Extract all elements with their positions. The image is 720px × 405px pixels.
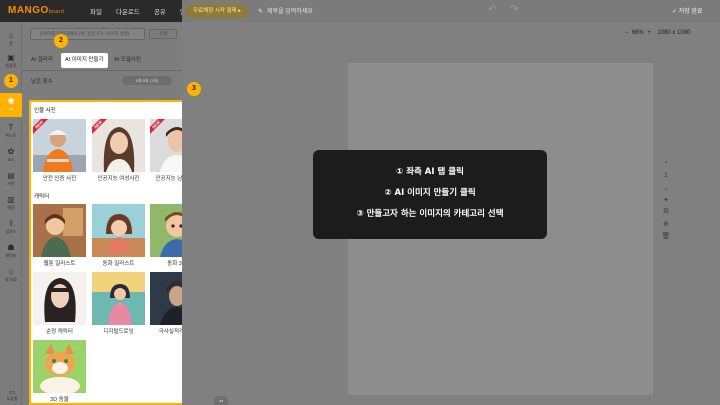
card-thumbnail <box>92 272 145 325</box>
section-title-character: 캐릭터 <box>34 194 50 200</box>
card-thumbnail: NEW <box>92 119 145 172</box>
rail-item-elements[interactable]: ✿ 요소 <box>0 144 22 168</box>
title-placeholder: 제목을 입력하세요 <box>267 9 313 15</box>
zoom-in-icon[interactable]: + <box>644 30 658 36</box>
card-label: 안전 인증 사진 <box>42 176 77 182</box>
tab-divider <box>22 70 182 71</box>
upload-icon: ⇪ <box>7 219 15 228</box>
shape-icon: ✿ <box>7 147 15 156</box>
pencil-icon: ✎ <box>258 9 264 15</box>
redo-icon[interactable]: ↷ <box>510 4 518 15</box>
copy-page-icon[interactable]: ⧉ <box>660 208 672 220</box>
top-menu: 파일 다운로드 공유 인쇄 <box>90 6 192 16</box>
rail-item-photo[interactable]: ▤ 사진 <box>0 168 22 192</box>
rail-item-ai[interactable]: ◉ AI <box>0 93 22 117</box>
card-thumbnail <box>33 340 86 393</box>
chevron-up-icon[interactable]: ⌃ <box>660 160 672 172</box>
section-title-photo: 인물 사진 <box>34 108 56 114</box>
card-label: 웹툰 일러스트 <box>43 261 76 267</box>
rail-item-template[interactable]: ▣ 템플릿 <box>0 50 22 74</box>
menu-download[interactable]: 다운로드 <box>116 6 140 16</box>
tab-ai-model-photo[interactable]: AI 모델사진 <box>114 53 141 68</box>
page-number: 1 <box>664 172 668 179</box>
step-badge-2: 2 <box>54 34 68 48</box>
template-icon: ▣ <box>7 53 15 62</box>
instruction-step-2: ② AI 이미지 만들기 클릭 <box>384 188 476 198</box>
canvas-size: 1080 x 1080 <box>657 30 691 36</box>
zoom-controls[interactable]: − 66% + 1080 x 1080 <box>625 30 690 36</box>
search-input[interactable]: 검색어를 입력하세요 (예: 얼굴 또는 이미지 설명) <box>30 28 145 40</box>
card-label: 3D 동물 <box>50 397 69 403</box>
category-card-digital-drawing[interactable]: 디지털드로잉 <box>92 272 145 335</box>
rail-item-upload[interactable]: ⇪ 업로드 <box>0 216 22 240</box>
card-thumbnail <box>92 204 145 257</box>
rail-item-home[interactable]: ⌂ 홈 <box>0 28 22 52</box>
card-thumbnail <box>33 272 86 325</box>
step-badge-1: 1 <box>4 74 18 88</box>
home-icon: ⌂ <box>8 31 14 40</box>
zoom-level: 66% <box>631 30 644 36</box>
category-card-3d-animal[interactable]: 3D 동물 <box>33 340 86 403</box>
check-icon: ✓ <box>672 9 679 15</box>
character-icon: ☗ <box>7 243 15 252</box>
card-label: 순정 캐릭터 <box>46 329 73 335</box>
text-icon: T <box>8 123 14 132</box>
instruction-tooltip: ① 좌측 AI 탭 클릭 ② AI 이미지 만들기 클릭 ③ 만들고자 하는 이… <box>313 150 547 239</box>
rail-item-text[interactable]: T 텍스트 <box>0 120 22 144</box>
category-card-safety-photo[interactable]: NEW 안전 인증 사진 <box>33 119 86 182</box>
zoom-out-icon[interactable]: − <box>625 30 632 36</box>
app-logo[interactable]: MANGOboard <box>8 5 64 16</box>
tab-ai-image-create[interactable]: AI 이미지 만들기 <box>61 53 108 68</box>
folder-icon: ⌂ <box>8 267 14 276</box>
step-badge-3: 3 <box>187 82 201 96</box>
menu-file[interactable]: 파일 <box>90 6 102 16</box>
card-thumbnail: NEW <box>33 119 86 172</box>
tab-ai-gallery[interactable]: AI 갤러리 <box>31 53 53 68</box>
card-label: 인공지능 여성사진 <box>97 176 140 182</box>
category-card-webtoon[interactable]: 웹툰 일러스트 <box>33 204 86 267</box>
category-card-ai-woman-photo[interactable]: NEW 인공지능 여성사진 <box>92 119 145 182</box>
collapse-panel-tab[interactable]: ◂◂ <box>214 396 228 405</box>
add-page-icon[interactable]: ⊕ <box>660 220 672 232</box>
instruction-step-3: ③ 만들고자 하는 이미지의 카테고리 선택 <box>356 209 504 219</box>
rail-item-background[interactable]: ▥ 배경 <box>0 192 22 216</box>
remaining-count-label: 남은 횟수 <box>31 79 53 85</box>
menu-share[interactable]: 공유 <box>154 6 166 16</box>
instruction-step-1: ① 좌측 AI 탭 클릭 <box>396 167 464 177</box>
page-tools: ⌃ 1 ⌄ ✦ ⧉ ⊕ 🗑 <box>660 160 672 244</box>
delete-page-icon[interactable]: 🗑 <box>660 232 672 244</box>
background-icon: ▥ <box>7 195 15 204</box>
photo-icon: ▤ <box>7 171 15 180</box>
help-icon: ▭ <box>8 389 16 396</box>
rail-item-my-assets[interactable]: ⌂ 내 자료 <box>0 264 22 288</box>
card-thumbnail <box>33 204 86 257</box>
ai-icon: ◉ <box>7 96 15 105</box>
magic-icon[interactable]: ✦ <box>660 196 672 208</box>
upgrade-button[interactable]: 무료체험 시작 결제 ▸ <box>186 4 248 18</box>
card-label: 동화 일러스트 <box>102 261 135 267</box>
remaining-count-badge: 0회/0회 (1회) <box>122 76 172 85</box>
help-button[interactable]: ▭ 도움말 <box>4 388 20 402</box>
undo-icon[interactable]: ↶ <box>488 4 496 15</box>
search-button[interactable]: 검색 <box>149 29 177 39</box>
save-status[interactable]: ✓ 저장 완료 <box>672 6 702 15</box>
rail-item-character[interactable]: ☗ 캐릭터 <box>0 240 22 264</box>
chevron-down-icon[interactable]: ⌄ <box>660 184 672 196</box>
category-card-fairytale-illust[interactable]: 동화 일러스트 <box>92 204 145 267</box>
category-card-pure-character[interactable]: 순정 캐릭터 <box>33 272 86 335</box>
card-label: 디지털드로잉 <box>103 329 134 335</box>
document-title-input[interactable]: ✎ 제목을 입력하세요 <box>258 6 313 15</box>
